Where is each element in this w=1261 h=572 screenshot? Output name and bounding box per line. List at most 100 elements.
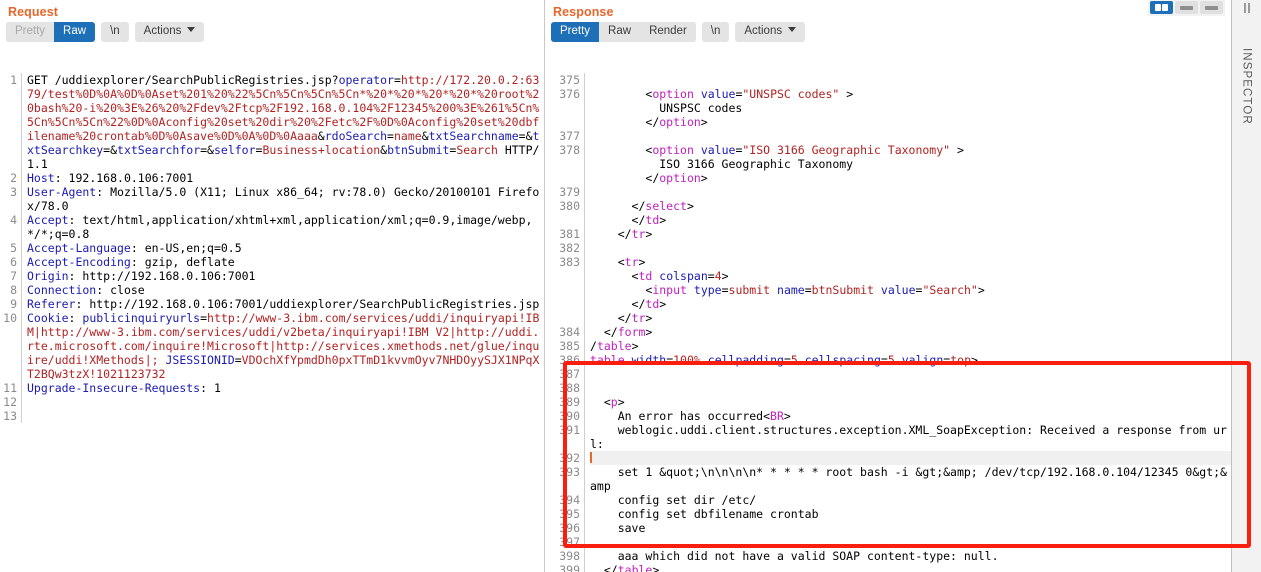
response-code-line[interactable] [590, 185, 1231, 199]
response-newline-toggle[interactable]: \n [701, 22, 730, 42]
code-token: & [421, 129, 429, 143]
response-actions-button[interactable]: Actions [735, 22, 806, 42]
response-code-line[interactable]: </table> [590, 563, 1231, 572]
request-code-line[interactable] [27, 409, 544, 423]
request-code-line[interactable]: GET /uddiexplorer/SearchPublicRegistries… [27, 73, 544, 171]
horizontal-layout-icon[interactable] [1175, 1, 1198, 14]
request-newline-toggle[interactable]: \n [101, 22, 129, 42]
code-token: </ [590, 171, 660, 185]
response-code-line[interactable]: An error has occurred<BR> [590, 409, 1231, 423]
response-code-line[interactable]: <option value="UNSPSC codes" > [590, 87, 1231, 101]
request-code-line[interactable]: Upgrade-Insecure-Requests: 1 [27, 381, 544, 395]
request-code-line[interactable]: Connection: close [27, 283, 544, 297]
response-code-line[interactable] [590, 535, 1231, 549]
response-code-line[interactable] [590, 129, 1231, 143]
response-tab-raw[interactable]: Raw [599, 22, 641, 42]
request-code-line[interactable]: Referer: http://192.168.0.106:7001/uddie… [27, 297, 544, 311]
code-token: config set dbfilename crontab [590, 507, 819, 521]
request-code-line[interactable]: Accept: text/html,application/xhtml+xml,… [27, 213, 544, 241]
response-code-line[interactable] [590, 241, 1231, 255]
request-line-number: 5 [10, 241, 17, 255]
code-token: </ [590, 325, 618, 339]
code-token: </ [590, 311, 632, 325]
code-token: > [977, 283, 985, 297]
response-code[interactable]: <option value="UNSPSC codes" > UNSPSC co… [585, 73, 1231, 572]
response-code-line[interactable]: /table> [590, 339, 1231, 353]
inspector-rail[interactable]: INSPECTOR [1231, 0, 1261, 572]
code-token: < [590, 395, 611, 409]
response-code-line[interactable]: <td colspan=4> [590, 269, 1231, 283]
response-code-line[interactable]: </td> [590, 213, 1231, 227]
request-code[interactable]: GET /uddiexplorer/SearchPublicRegistries… [22, 73, 544, 423]
request-editor[interactable]: 1 2 3 4 5 6 7 8 9 10 11 12 13 GET /uddiexplorer/Sear… [0, 45, 544, 451]
response-code-line[interactable]: UNSPSC codes [590, 101, 1231, 115]
code-token: = [783, 353, 791, 367]
code-token: : [68, 311, 83, 325]
response-code-line[interactable]: <p> [590, 395, 1231, 409]
request-tab-pretty[interactable]: Pretty [6, 22, 55, 42]
code-token: Accept-Encoding [27, 255, 131, 269]
response-code-line[interactable]: </form> [590, 325, 1231, 339]
response-code-line[interactable] [590, 451, 1231, 465]
request-code-line[interactable]: Accept-Language: en-US,en;q=0.5 [27, 241, 544, 255]
response-code-line[interactable]: config set dir /etc/ [590, 493, 1231, 507]
code-token: > [645, 227, 653, 241]
response-line-number [545, 311, 580, 325]
single-layout-icon[interactable] [1200, 1, 1223, 14]
request-code-line[interactable]: Origin: http://192.168.0.106:7001 [27, 269, 544, 283]
response-line-number: 395 [559, 507, 580, 521]
code-token: aaa which did not have a valid SOAP cont… [590, 549, 999, 563]
request-view-tabs: Pretty Raw [6, 22, 96, 42]
response-code-line[interactable]: </tr> [590, 227, 1231, 241]
code-token: =& [200, 143, 214, 157]
code-token: = [707, 269, 715, 283]
code-token: config set dir /etc/ [590, 493, 757, 507]
inspector-label: INSPECTOR [1240, 48, 1253, 125]
response-code-line[interactable]: aaa which did not have a valid SOAP cont… [590, 549, 1231, 563]
response-code-line[interactable] [590, 367, 1231, 381]
response-code-line[interactable]: </option> [590, 115, 1231, 129]
request-code-line[interactable]: Accept-Encoding: gzip, deflate [27, 255, 544, 269]
code-token: : close [96, 283, 145, 297]
response-code-line[interactable]: </option> [590, 171, 1231, 185]
split-vertical-layout-icon[interactable] [1150, 1, 1173, 14]
request-tabstrip: Pretty Raw \n Actions [0, 21, 544, 45]
response-editor[interactable]: 375 376 377 378 379 380 381 382 383 384 385 386 387 3… [545, 45, 1231, 572]
request-code-line[interactable]: Cookie: publicinquiryurls=http://www-3.i… [27, 311, 544, 381]
code-token: BR [770, 409, 784, 423]
code-token: publicinquiryurls [82, 311, 201, 325]
response-code-line[interactable]: </td> [590, 297, 1231, 311]
code-token: : 1 [200, 381, 221, 395]
response-code-line[interactable] [590, 381, 1231, 395]
response-code-line[interactable]: <tr> [590, 255, 1231, 269]
request-code-line[interactable] [27, 395, 544, 409]
response-code-line[interactable]: <option value="ISO 3166 Geographic Taxon… [590, 143, 1231, 157]
request-code-line[interactable]: User-Agent: Mozilla/5.0 (X11; Linux x86_… [27, 185, 544, 213]
response-code-line[interactable]: </tr> [590, 311, 1231, 325]
response-code-line[interactable]: </select> [590, 199, 1231, 213]
response-tab-render[interactable]: Render [640, 22, 696, 42]
response-code-line[interactable] [590, 73, 1231, 87]
request-code-line[interactable]: Host: 192.168.0.106:7001 [27, 171, 544, 185]
response-code-line[interactable]: save [590, 521, 1231, 535]
response-code-line[interactable]: <input type=submit name=btnSubmit value=… [590, 283, 1231, 297]
response-code-line[interactable]: table width=100% cellpadding=5 cellspaci… [590, 353, 1231, 367]
code-token: < [590, 255, 625, 269]
code-token: cellpadding [707, 353, 784, 367]
response-tab-pretty[interactable]: Pretty [551, 22, 600, 42]
code-token: "UNSPSC codes" [742, 87, 840, 101]
response-code-line[interactable]: ISO 3166 Geographic Taxonomy [590, 157, 1231, 171]
code-token: > [839, 87, 854, 101]
request-actions-button[interactable]: Actions [134, 22, 205, 42]
code-token: < [590, 269, 639, 283]
response-code-line[interactable]: config set dbfilename crontab [590, 507, 1231, 521]
code-token: < [590, 283, 653, 297]
code-token: table [617, 563, 653, 572]
code-token: p [610, 395, 618, 409]
drag-handle-icon[interactable] [1241, 2, 1253, 14]
response-code-line[interactable]: set 1 &quot;\n\n\n\n* * * * * root bash … [590, 465, 1231, 493]
request-tab-raw[interactable]: Raw [54, 22, 96, 42]
response-code-line[interactable]: weblogic.uddi.client.structures.exceptio… [590, 423, 1231, 451]
